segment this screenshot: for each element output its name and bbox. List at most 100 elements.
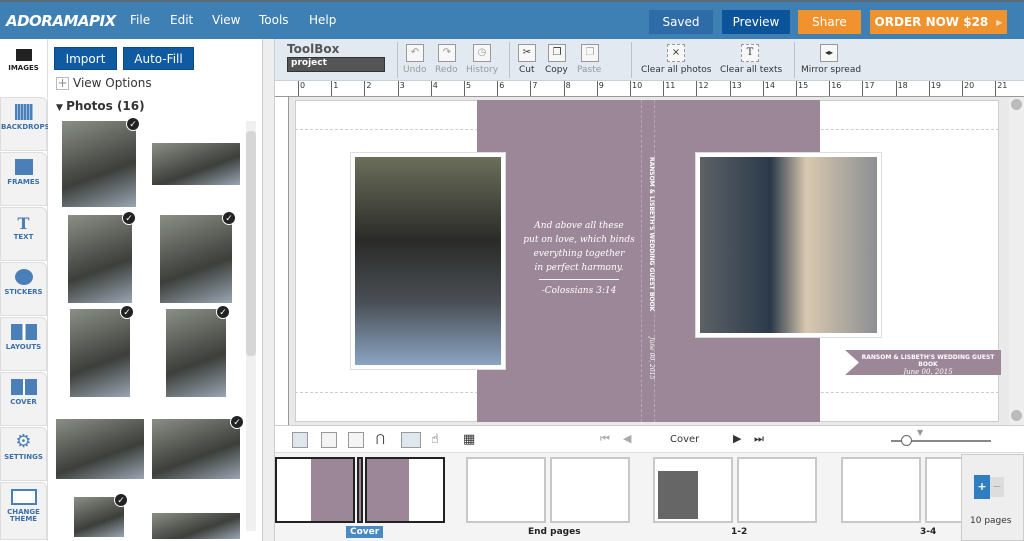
thumb-page-2[interactable]	[737, 457, 817, 523]
thumbnails-icon[interactable]: ▦	[463, 432, 479, 448]
scroll-down-icon[interactable]	[1011, 410, 1022, 421]
canvas-scrollbar[interactable]	[1009, 97, 1024, 425]
order-now-button[interactable]: ORDER NOW $28 ▶	[870, 10, 1007, 34]
ruler-tick: 17	[862, 81, 875, 96]
view-options-toggle[interactable]: + View Options	[56, 76, 152, 90]
nav-backdrops[interactable]: BACKDROPS	[0, 97, 50, 151]
next-page-icon[interactable]: ▶	[733, 432, 741, 445]
preview-button[interactable]: Preview	[722, 10, 790, 34]
grid-icon[interactable]	[321, 432, 337, 448]
scroll-up-icon[interactable]	[1011, 99, 1022, 110]
strip-label-1-2[interactable]: 1-2	[731, 527, 747, 537]
menu-tools[interactable]: Tools	[259, 13, 289, 27]
auto-fill-button[interactable]: Auto-Fill	[123, 47, 194, 70]
thumb-cover-back[interactable]	[275, 457, 355, 523]
strip-label-3-4[interactable]: 3-4	[920, 527, 936, 537]
redo-button[interactable]: Redo	[435, 65, 458, 75]
cover-quote[interactable]: And above all these put on love, which bi…	[519, 219, 639, 298]
thumb-cover-front[interactable]	[365, 457, 445, 523]
photos-panel: Import Auto-Fill + View Options ▼ Photos …	[48, 39, 262, 541]
strip-label-end-pages[interactable]: End pages	[528, 527, 581, 537]
nav-frames[interactable]: FRAMES	[0, 152, 47, 206]
title-banner[interactable]: RANSOM & LISBETH'S WEDDING GUEST BOOK Ju…	[845, 350, 1001, 375]
mirror-spread-button[interactable]: Mirror spread	[801, 65, 861, 75]
clear-photos-icon[interactable]: ×	[667, 44, 685, 62]
photo-thumbnail[interactable]: ✓	[166, 305, 230, 397]
menu-help[interactable]: Help	[309, 13, 336, 27]
add-pages-button[interactable]: +	[974, 475, 990, 499]
thumb-endpage-left[interactable]	[466, 457, 546, 523]
panel-splitter[interactable]	[262, 39, 275, 541]
snap-icon[interactable]	[401, 432, 421, 448]
menu-file[interactable]: File	[130, 13, 150, 27]
ruler-tick: 19	[928, 81, 941, 96]
copy-button[interactable]: Copy	[545, 65, 568, 75]
paste-button[interactable]: Paste	[577, 65, 601, 75]
check-icon: ✓	[122, 211, 136, 225]
cut-button[interactable]: Cut	[519, 65, 535, 75]
caret-down-icon: ▼	[56, 103, 67, 113]
thumb-endpage-right[interactable]	[550, 457, 630, 523]
photo-thumbnail[interactable]: ✓	[152, 415, 244, 479]
undo-icon[interactable]: ↶	[406, 44, 424, 62]
photo-thumbnail[interactable]	[152, 513, 240, 539]
remove-pages-button[interactable]: −	[990, 477, 1004, 497]
nav-settings[interactable]: ⚙ SETTINGS	[0, 427, 47, 481]
nav-text[interactable]: T TEXT	[0, 207, 47, 261]
logo[interactable]: ADORAMAPIX	[6, 12, 116, 30]
mirror-icon[interactable]: ◂▸	[820, 44, 838, 62]
nav-cover[interactable]: COVER	[0, 372, 47, 426]
horizontal-ruler: 012345678910111213141516171819202122	[275, 81, 1024, 97]
bottom-toolbar: ⋂ ☝ ▦ ⏮ ◀ Cover ▶ ⏭ ▼	[275, 425, 1024, 453]
history-button[interactable]: History	[466, 65, 498, 75]
last-page-icon[interactable]: ⏭	[754, 432, 764, 446]
thumb-cover-spine[interactable]	[357, 457, 363, 523]
clear-texts-icon[interactable]: T	[741, 44, 759, 62]
paste-icon[interactable]: ❐	[581, 44, 599, 62]
hand-pointer-icon[interactable]: ☝	[431, 432, 447, 448]
nav-layouts[interactable]: LAYOUTS	[0, 317, 47, 371]
spine-title[interactable]: RANSOM & LISBETH'S WEDDING GUEST BOOK	[641, 157, 655, 357]
spine-date[interactable]: June 00, 2015	[641, 337, 655, 379]
photo-thumbnail[interactable]: ✓	[62, 117, 140, 207]
magnet-icon[interactable]: ⋂	[376, 432, 392, 448]
cut-icon[interactable]: ✂	[518, 44, 536, 62]
pages-count: 10 pages	[970, 516, 1012, 526]
history-icon[interactable]: ◷	[473, 44, 491, 62]
photo-thumbnail[interactable]: ✓	[74, 493, 128, 537]
toolbox-mode: project	[287, 57, 385, 72]
layout-view-icon[interactable]	[292, 432, 308, 448]
first-page-icon[interactable]: ⏮	[600, 432, 610, 446]
strip-label-cover[interactable]: Cover	[346, 526, 384, 538]
clear-all-photos-button[interactable]: Clear all photos	[641, 65, 711, 75]
photo-thumbnail[interactable]: ✓	[70, 305, 134, 397]
menu-edit[interactable]: Edit	[170, 13, 193, 27]
photos-heading[interactable]: ▼ Photos (16)	[56, 99, 145, 113]
panel-scrollbar[interactable]	[246, 121, 256, 531]
undo-button[interactable]: Undo	[403, 65, 427, 75]
thumb-page-1[interactable]	[653, 457, 733, 523]
saved-button[interactable]: Saved	[649, 10, 713, 34]
import-button[interactable]: Import	[54, 47, 117, 70]
photo-thumbnail[interactable]: ✓	[160, 211, 236, 303]
clear-all-texts-button[interactable]: Clear all texts	[720, 65, 782, 75]
copy-icon[interactable]: ❐	[548, 44, 566, 62]
prev-page-icon[interactable]: ◀	[623, 432, 631, 445]
ruler-tick: 3	[397, 81, 405, 96]
frame-icon[interactable]	[348, 432, 364, 448]
share-button[interactable]: Share	[798, 10, 861, 34]
thumb-page-3[interactable]	[841, 457, 921, 523]
zoom-slider-thumb[interactable]	[901, 435, 912, 446]
nav-images[interactable]: IMAGES	[0, 43, 47, 97]
photo-thumbnail[interactable]	[152, 143, 240, 185]
photo-thumbnail[interactable]	[56, 419, 144, 479]
right-photo-frame[interactable]	[695, 152, 882, 338]
nav-change-theme[interactable]: CHANGE THEME	[0, 482, 47, 540]
nav-stickers[interactable]: STICKERS	[0, 262, 47, 316]
photo-thumbnail[interactable]: ✓	[68, 211, 136, 303]
scroll-thumb[interactable]	[246, 131, 256, 356]
menu-view[interactable]: View	[212, 13, 240, 27]
ruler-tick: 13	[729, 81, 742, 96]
redo-icon[interactable]: ↷	[438, 44, 456, 62]
left-photo-frame[interactable]	[350, 152, 506, 370]
